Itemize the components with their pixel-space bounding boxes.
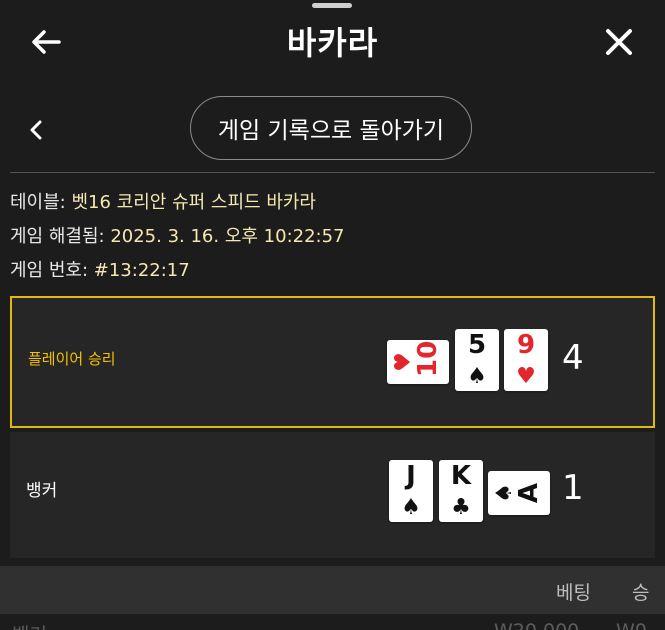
bets-table-header: 베팅 승 <box>0 566 665 614</box>
heart-icon: ♥ <box>391 352 416 372</box>
resolved-value: 2025. 3. 16. 오후 10:22:57 <box>110 226 345 247</box>
playing-card: A ♠ <box>488 471 550 515</box>
bet-amount-cell: W20,000 <box>494 620 579 630</box>
card-rank: 10 <box>413 340 443 377</box>
card-rank: J <box>406 461 416 491</box>
win-column-header: 승 <box>632 582 650 604</box>
game-number-info: 게임 번호: #13:22:17 <box>10 256 190 282</box>
close-button[interactable] <box>597 22 641 62</box>
card-rank: 9 <box>516 330 536 360</box>
player-score: 4 <box>562 338 584 378</box>
game-number-label: 게임 번호: <box>10 260 89 281</box>
page-title: 바카라 <box>286 24 379 62</box>
banker-hand-panel: 뱅커 J ♠ K ♣ A ♠ 1 <box>10 432 655 558</box>
previous-button[interactable] <box>20 112 52 148</box>
bet-column-header: 베팅 <box>556 582 591 604</box>
spade-icon: ♠ <box>492 483 517 503</box>
bet-type-cell: 뱅커 <box>12 620 47 630</box>
heart-icon: ♥ <box>516 364 536 389</box>
win-amount-cell: W0 <box>616 620 647 630</box>
sheet-grabber[interactable] <box>312 3 352 8</box>
banker-score: 1 <box>562 468 584 508</box>
banker-label: 뱅커 <box>26 481 58 501</box>
card-rank: K <box>450 461 472 491</box>
spade-icon: ♠ <box>401 495 421 520</box>
chevron-left-icon <box>30 120 42 140</box>
game-number-value: #13:22:17 <box>93 260 190 281</box>
close-icon <box>606 29 632 55</box>
card-rank: A <box>514 482 544 504</box>
player-win-label: 플레이어 승리 <box>28 350 116 368</box>
resolved-label: 게임 해결됨: <box>10 226 105 247</box>
table-row: 뱅커 W20,000 W0 <box>0 614 665 630</box>
table-label: 테이블: <box>10 192 66 213</box>
table-value: 벳16 코리안 슈퍼 스피드 바카라 <box>71 192 316 213</box>
spade-icon: ♠ <box>467 364 487 389</box>
card-rank: 5 <box>467 330 487 360</box>
playing-card: 10 ♥ <box>387 340 449 384</box>
divider <box>10 172 655 173</box>
playing-card: K ♣ <box>439 460 483 522</box>
player-hand-panel: 플레이어 승리 10 ♥ 5 ♠ 9 ♥ 4 <box>10 296 655 428</box>
playing-card: J ♠ <box>389 460 433 522</box>
club-icon: ♣ <box>451 495 471 520</box>
resolved-info: 게임 해결됨: 2025. 3. 16. 오후 10:22:57 <box>10 222 345 248</box>
playing-card: 9 ♥ <box>504 329 548 391</box>
playing-card: 5 ♠ <box>455 329 499 391</box>
back-to-game-history-button[interactable]: 게임 기록으로 돌아가기 <box>190 96 472 160</box>
table-info: 테이블: 벳16 코리안 슈퍼 스피드 바카라 <box>10 188 316 214</box>
